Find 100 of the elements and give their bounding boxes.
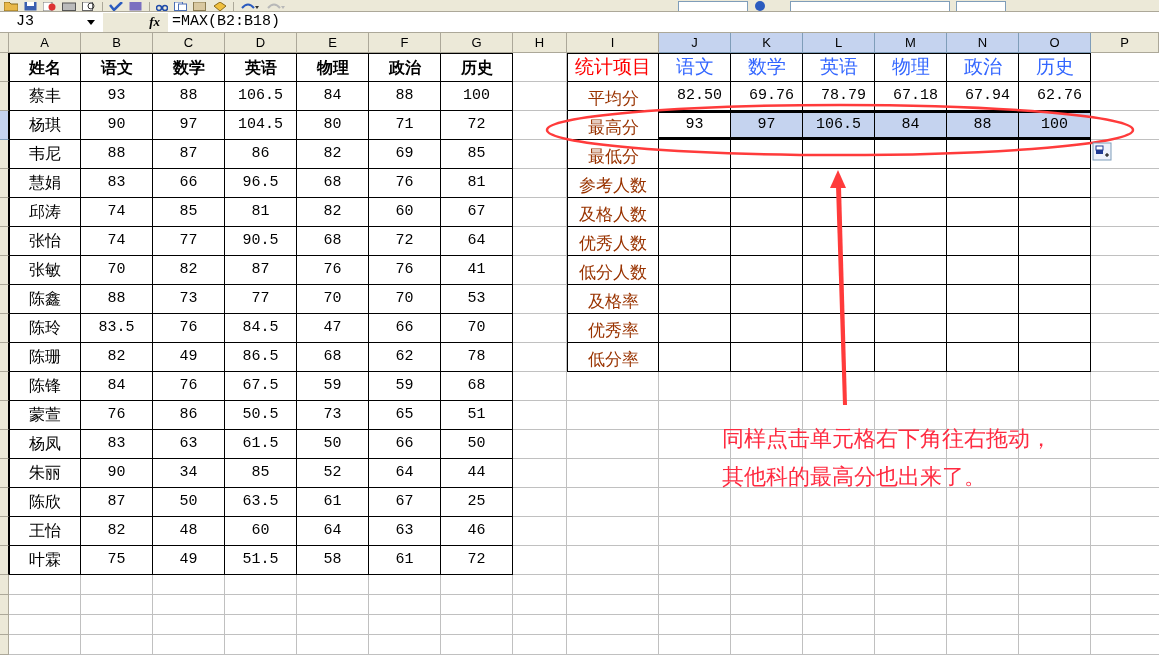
table-cell: 陈欣: [9, 488, 81, 517]
row-header[interactable]: [0, 430, 9, 459]
column-heading: 英语: [225, 53, 297, 82]
table-cell: 25: [441, 488, 513, 517]
formula-field[interactable]: =MAX(B2:B18): [168, 12, 1159, 32]
column-header[interactable]: P: [1091, 33, 1159, 53]
row-header[interactable]: [0, 140, 9, 169]
table-cell: 51.5: [225, 546, 297, 575]
row-header[interactable]: [0, 169, 9, 198]
table-cell: 82: [153, 256, 225, 285]
row-header[interactable]: [0, 198, 9, 227]
row-header[interactable]: [0, 517, 9, 546]
table-cell: 59: [369, 372, 441, 401]
column-header[interactable]: E: [297, 33, 369, 53]
column-header[interactable]: K: [731, 33, 803, 53]
empty-cell: [947, 198, 1019, 227]
empty-cell: [659, 169, 731, 198]
table-cell: 78.79: [803, 82, 875, 111]
row-header[interactable]: [0, 546, 9, 575]
column-header[interactable]: N: [947, 33, 1019, 53]
row-header[interactable]: [0, 343, 9, 372]
table-cell: 106.5: [803, 111, 875, 140]
table-cell: 93: [81, 82, 153, 111]
save-icon[interactable]: [24, 2, 37, 11]
table-cell: 88: [81, 285, 153, 314]
font-box[interactable]: [790, 1, 950, 11]
column-header[interactable]: J: [659, 33, 731, 53]
table-cell: 67.5: [225, 372, 297, 401]
row-header[interactable]: [0, 372, 9, 401]
table-cell: 韦尼: [9, 140, 81, 169]
table-cell: 72: [369, 227, 441, 256]
table-cell: 73: [297, 401, 369, 430]
table-cell: 74: [81, 198, 153, 227]
row-header[interactable]: [0, 82, 9, 111]
column-header[interactable]: M: [875, 33, 947, 53]
empty-cell: [875, 169, 947, 198]
dropdown-icon[interactable]: [87, 19, 95, 25]
table-cell: 64: [441, 227, 513, 256]
row-header[interactable]: [0, 227, 9, 256]
empty-cell: [1019, 198, 1091, 227]
table-cell: 60: [369, 198, 441, 227]
help-icon[interactable]: [754, 1, 766, 11]
scissors-icon[interactable]: [156, 2, 168, 11]
empty-cell: [1019, 285, 1091, 314]
column-header[interactable]: C: [153, 33, 225, 53]
row-label: 参考人数: [567, 169, 659, 198]
checkmark-icon[interactable]: [109, 2, 123, 11]
table-cell: 80: [297, 111, 369, 140]
column-heading: 姓名: [9, 53, 81, 82]
table-cell: 84: [875, 111, 947, 140]
font-size-box[interactable]: [956, 1, 1006, 11]
table-cell: 64: [297, 517, 369, 546]
column-header[interactable]: I: [567, 33, 659, 53]
empty-cell: [731, 140, 803, 169]
table-cell: 51: [441, 401, 513, 430]
column-header[interactable]: D: [225, 33, 297, 53]
column-header[interactable]: A: [9, 33, 81, 53]
column-header[interactable]: F: [369, 33, 441, 53]
row-label: 及格人数: [567, 198, 659, 227]
empty-cell: [875, 343, 947, 372]
copy-icon[interactable]: [174, 2, 187, 11]
column-header[interactable]: G: [441, 33, 513, 53]
empty-cell: [659, 285, 731, 314]
empty-cell: [875, 314, 947, 343]
table-cell: 70: [297, 285, 369, 314]
empty-cell: [875, 285, 947, 314]
table-cell: 70: [81, 256, 153, 285]
column-header[interactable]: O: [1019, 33, 1091, 53]
row-header[interactable]: [0, 488, 9, 517]
column-heading: 政治: [369, 53, 441, 82]
table-cell: 41: [441, 256, 513, 285]
column-header[interactable]: B: [81, 33, 153, 53]
row-header[interactable]: [0, 314, 9, 343]
table-cell: 76: [153, 314, 225, 343]
zoom-box[interactable]: [678, 1, 748, 11]
row-header[interactable]: [0, 459, 9, 488]
table-cell: 70: [369, 285, 441, 314]
table-cell: 66: [369, 430, 441, 459]
table-cell: 70: [441, 314, 513, 343]
table-cell: 87: [225, 256, 297, 285]
column-header[interactable]: L: [803, 33, 875, 53]
table-cell: 76: [297, 256, 369, 285]
row-header[interactable]: [0, 285, 9, 314]
row-header[interactable]: [0, 53, 9, 82]
row-header[interactable]: [0, 401, 9, 430]
table-cell: 46: [441, 517, 513, 546]
table-cell: 陈玲: [9, 314, 81, 343]
table-cell: 50: [441, 430, 513, 459]
empty-cell: [875, 140, 947, 169]
table-cell: 61.5: [225, 430, 297, 459]
row-label: 优秀人数: [567, 227, 659, 256]
undo-icon[interactable]: [240, 2, 260, 11]
column-header[interactable]: H: [513, 33, 567, 53]
table-cell: 陈锋: [9, 372, 81, 401]
table-cell: 74: [81, 227, 153, 256]
insert-function-button[interactable]: fx: [104, 12, 168, 32]
row-header[interactable]: [0, 111, 9, 140]
empty-cell: [947, 256, 1019, 285]
row-header[interactable]: [0, 256, 9, 285]
table-cell: 邱涛: [9, 198, 81, 227]
